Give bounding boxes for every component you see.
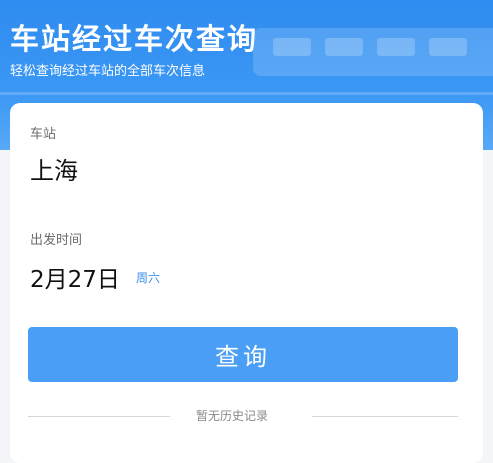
train-illustration [253, 28, 493, 76]
station-label: 车站 [30, 127, 57, 142]
train-window [273, 38, 311, 56]
train-window [429, 38, 467, 56]
page-title: 车站经过车次查询 [10, 22, 259, 56]
divider-right [312, 416, 458, 417]
date-label: 出发时间 [30, 233, 83, 248]
station-field[interactable]: 上海 [30, 151, 78, 186]
search-button[interactable]: 查询 [28, 327, 458, 382]
train-window [377, 38, 415, 56]
page-subtitle: 轻松查询经过车站的全部车次信息 [10, 64, 206, 79]
weekday-label: 周六 [136, 271, 161, 285]
query-card: 车站 上海 出发时间 2月27日 周六 查询 暂无历史记录 [10, 103, 483, 463]
divider-left [28, 416, 170, 417]
date-field[interactable]: 2月27日 [30, 260, 120, 294]
history-empty-text: 暂无历史记录 [196, 409, 269, 423]
rail-line [0, 92, 493, 95]
train-window [325, 38, 363, 56]
